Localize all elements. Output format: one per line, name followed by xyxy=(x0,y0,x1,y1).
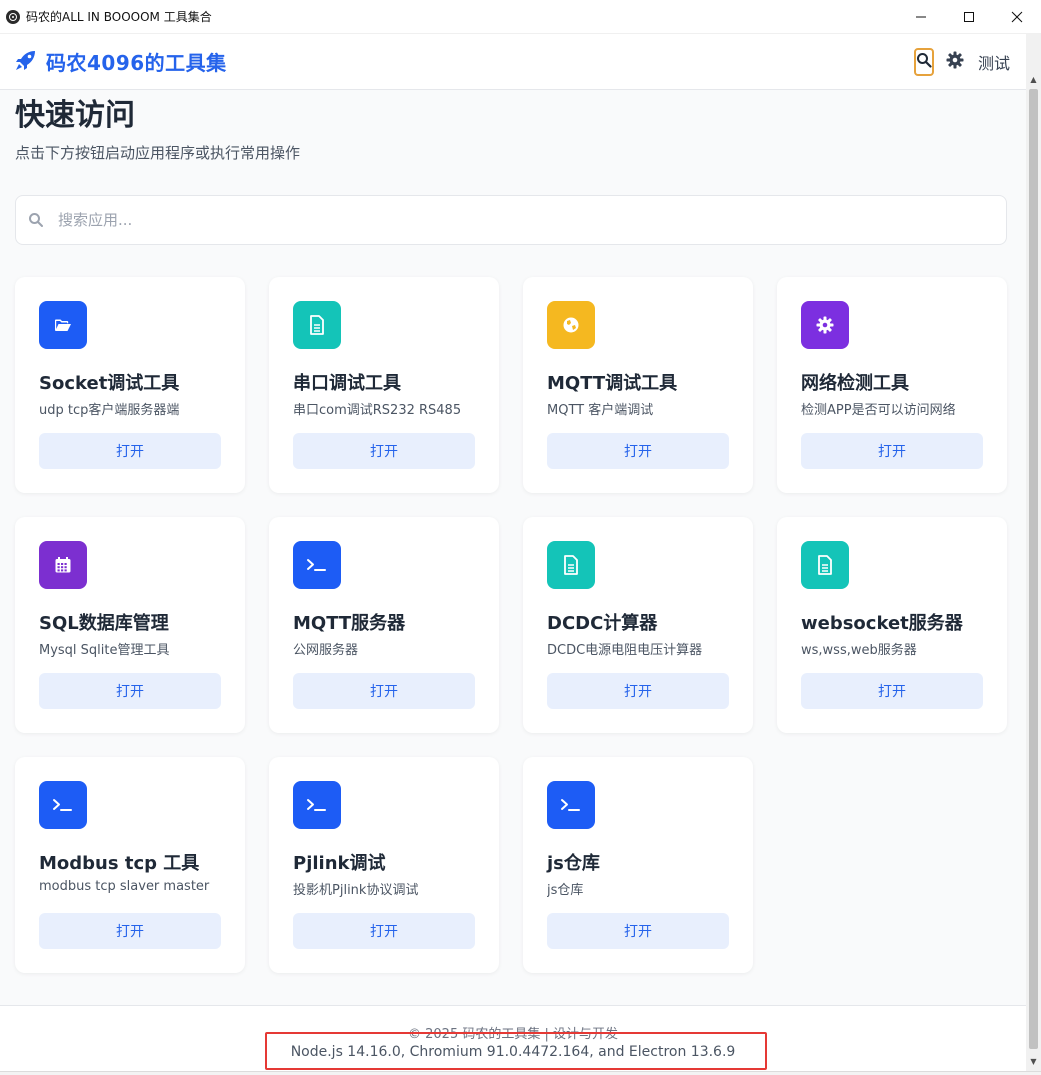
main-content: 快速访问 点击下方按钮启动应用程序或执行常用操作 Socket调试工具 udp … xyxy=(0,90,1026,1005)
open-button[interactable]: 打开 xyxy=(547,433,729,469)
terminal-icon xyxy=(293,781,341,829)
scroll-up-arrow-icon[interactable]: ▲ xyxy=(1026,72,1041,87)
app-card-js-repo: js仓库 js仓库 打开 xyxy=(523,757,753,973)
window-title: 码农的ALL IN BOOOOM 工具集合 xyxy=(26,10,212,24)
header-actions: 测试 xyxy=(913,34,1010,90)
open-button[interactable]: 打开 xyxy=(547,913,729,949)
open-button[interactable]: 打开 xyxy=(547,673,729,709)
close-button[interactable] xyxy=(993,0,1041,34)
brand[interactable]: 码农4096的工具集 xyxy=(14,47,227,76)
card-description: Mysql Sqlite管理工具 xyxy=(39,643,170,658)
card-description: 串口com调试RS232 RS485 xyxy=(293,403,462,418)
document-icon xyxy=(293,301,341,349)
gear-icon xyxy=(801,301,849,349)
open-button[interactable]: 打开 xyxy=(293,433,475,469)
test-link[interactable]: 测试 xyxy=(978,50,1010,74)
card-description: 检测APP是否可以访问网络 xyxy=(801,403,956,418)
page-title: 快速访问 xyxy=(15,98,135,133)
app-card-sql: SQL数据库管理 Mysql Sqlite管理工具 打开 xyxy=(15,517,245,733)
card-title: MQTT调试工具 xyxy=(547,373,678,394)
open-button[interactable]: 打开 xyxy=(801,433,983,469)
terminal-icon xyxy=(547,781,595,829)
app-card-serial: 串口调试工具 串口com调试RS232 RS485 打开 xyxy=(269,277,499,493)
card-title: Modbus tcp 工具 xyxy=(39,853,200,874)
card-title: 网络检测工具 xyxy=(801,373,909,394)
globe-icon xyxy=(547,301,595,349)
app-card-modbus: Modbus tcp 工具 modbus tcp slaver master 打… xyxy=(15,757,245,973)
app-header: 码农4096的工具集 测试 xyxy=(0,34,1026,90)
terminal-icon xyxy=(39,781,87,829)
app-card-mqtt-debug: MQTT调试工具 MQTT 客户端调试 打开 xyxy=(523,277,753,493)
search-icon xyxy=(28,212,44,228)
app-card-websocket: websocket服务器 ws,wss,web服务器 打开 xyxy=(777,517,1007,733)
card-title: DCDC计算器 xyxy=(547,613,658,634)
version-highlight-annotation xyxy=(265,1032,767,1070)
app-card-network-check: 网络检测工具 检测APP是否可以访问网络 打开 xyxy=(777,277,1007,493)
app-card-grid: Socket调试工具 udp tcp客户端服务器端 打开 串口调试工具 串口co… xyxy=(15,277,1007,973)
card-title: 串口调试工具 xyxy=(293,373,401,394)
card-title: MQTT服务器 xyxy=(293,613,406,634)
card-description: udp tcp客户端服务器端 xyxy=(39,403,180,418)
gear-icon xyxy=(946,51,964,73)
settings-button[interactable] xyxy=(946,51,964,73)
terminal-icon xyxy=(293,541,341,589)
search-input[interactable] xyxy=(56,210,956,230)
rocket-icon xyxy=(14,48,38,76)
open-button[interactable]: 打开 xyxy=(39,673,221,709)
scrollbar-thumb[interactable] xyxy=(1029,89,1038,1049)
scroll-down-arrow-icon[interactable]: ▼ xyxy=(1026,1054,1041,1069)
card-title: websocket服务器 xyxy=(801,613,963,634)
card-description: ws,wss,web服务器 xyxy=(801,643,917,658)
search-icon xyxy=(916,52,932,72)
folder-open-icon xyxy=(39,301,87,349)
open-button[interactable]: 打开 xyxy=(801,673,983,709)
app-card-socket: Socket调试工具 udp tcp客户端服务器端 打开 xyxy=(15,277,245,493)
window-controls xyxy=(897,0,1041,34)
open-button[interactable]: 打开 xyxy=(39,913,221,949)
card-title: Pjlink调试 xyxy=(293,853,386,874)
window-bottom-edge xyxy=(0,1071,1041,1075)
document-icon xyxy=(801,541,849,589)
open-button[interactable]: 打开 xyxy=(293,913,475,949)
app-search-box xyxy=(15,195,1007,245)
document-icon xyxy=(547,541,595,589)
app-card-dcdc: DCDC计算器 DCDC电源电阻电压计算器 打开 xyxy=(523,517,753,733)
card-title: SQL数据库管理 xyxy=(39,613,169,634)
calendar-icon xyxy=(39,541,87,589)
window-titlebar: 码农的ALL IN BOOOOM 工具集合 xyxy=(0,0,1041,34)
brand-title: 码农4096的工具集 xyxy=(46,51,227,75)
card-title: Socket调试工具 xyxy=(39,373,180,394)
open-button[interactable]: 打开 xyxy=(293,673,475,709)
app-card-pjlink: Pjlink调试 投影机Pjlink协议调试 打开 xyxy=(269,757,499,973)
app-card-mqtt-server: MQTT服务器 公网服务器 打开 xyxy=(269,517,499,733)
card-description: modbus tcp slaver master xyxy=(39,879,210,894)
card-description: MQTT 客户端调试 xyxy=(547,403,654,418)
vertical-scrollbar[interactable]: ▲ ▼ xyxy=(1026,34,1041,1071)
page-subtitle: 点击下方按钮启动应用程序或执行常用操作 xyxy=(15,144,301,162)
electron-app-icon xyxy=(6,9,20,24)
minimize-button[interactable] xyxy=(897,0,945,34)
card-description: js仓库 xyxy=(547,883,584,898)
maximize-button[interactable] xyxy=(945,0,993,34)
card-title: js仓库 xyxy=(547,853,600,874)
card-description: DCDC电源电阻电压计算器 xyxy=(547,643,703,658)
header-search-button[interactable] xyxy=(913,48,934,76)
open-button[interactable]: 打开 xyxy=(39,433,221,469)
card-description: 公网服务器 xyxy=(293,643,359,658)
card-description: 投影机Pjlink协议调试 xyxy=(293,883,419,898)
